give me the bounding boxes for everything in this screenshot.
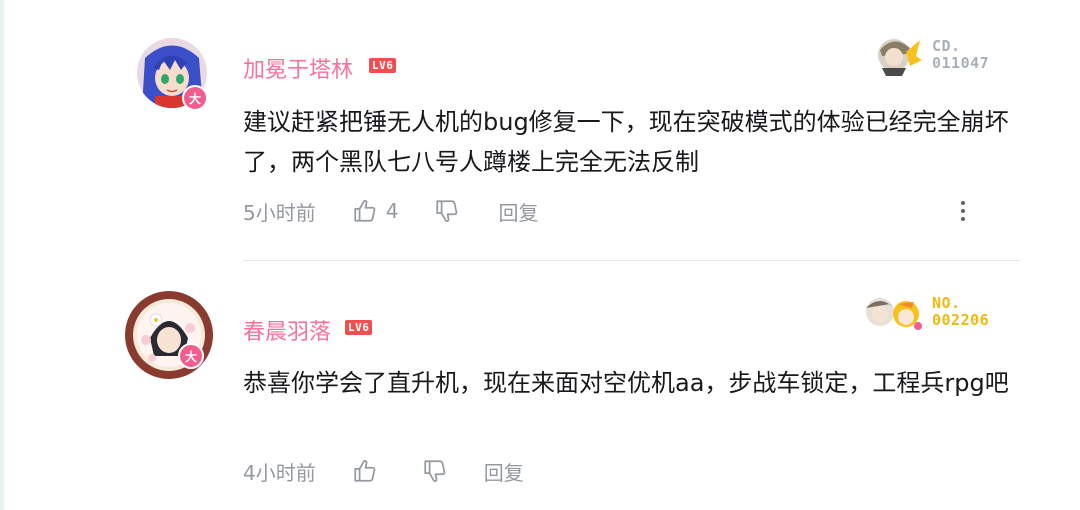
- left-edge-strip: [0, 0, 4, 510]
- like-button[interactable]: 4: [352, 198, 399, 224]
- avatar-image: [125, 291, 213, 379]
- fan-badge-number: CD. 011047: [932, 38, 989, 72]
- comment-meta: 5小时前 4 回复: [243, 196, 538, 226]
- like-button[interactable]: [352, 458, 378, 484]
- comment-meta: 4小时前 回复: [243, 456, 524, 486]
- fan-badge-value: 011047: [932, 54, 990, 72]
- fan-badge[interactable]: CD. 011047: [872, 32, 989, 78]
- fan-badge-number: NO. 002206: [932, 295, 989, 329]
- fan-badge-label: NO.: [932, 294, 961, 312]
- avatar-vip-badge: 大: [178, 343, 204, 369]
- thumbs-up-icon: [354, 460, 376, 482]
- thumbs-down-icon: [436, 200, 458, 222]
- fan-badge[interactable]: NO. 002206: [862, 290, 989, 334]
- reply-button[interactable]: 回复: [484, 457, 524, 486]
- comment-text: 恭喜你学会了直升机，现在来面对空优机aa，步战车锁定，工程兵rpg吧: [243, 369, 1009, 397]
- comment-time: 5小时前: [243, 200, 316, 225]
- avatar-vip-badge: 大: [182, 85, 208, 111]
- username[interactable]: 春晨羽落: [243, 314, 331, 346]
- reply-button[interactable]: 回复: [498, 197, 538, 226]
- thumbs-down-icon: [424, 460, 446, 482]
- comment-text: 建议赶紧把锤无人机的bug修复一下，现在突破模式的体验已经完全崩坏了，两个黑队七…: [243, 108, 1009, 176]
- avatar[interactable]: 大: [124, 290, 214, 380]
- level-badge: LV6: [345, 320, 373, 335]
- like-count: 4: [385, 199, 399, 223]
- more-options-icon[interactable]: [953, 196, 973, 226]
- avatar[interactable]: 大: [137, 38, 208, 111]
- dislike-button[interactable]: [422, 458, 448, 484]
- fan-badge-label: CD.: [932, 37, 961, 55]
- comment-divider: [243, 260, 1020, 261]
- fan-badge-icon: [866, 298, 922, 330]
- fan-badge-value: 002206: [932, 311, 990, 329]
- fan-badge-icon: [878, 39, 922, 76]
- thumbs-up-icon: [354, 200, 376, 222]
- comment-time: 4小时前: [243, 460, 316, 485]
- username[interactable]: 加冕于塔林: [243, 52, 353, 84]
- dislike-button[interactable]: [434, 198, 460, 224]
- level-badge: LV6: [369, 58, 397, 73]
